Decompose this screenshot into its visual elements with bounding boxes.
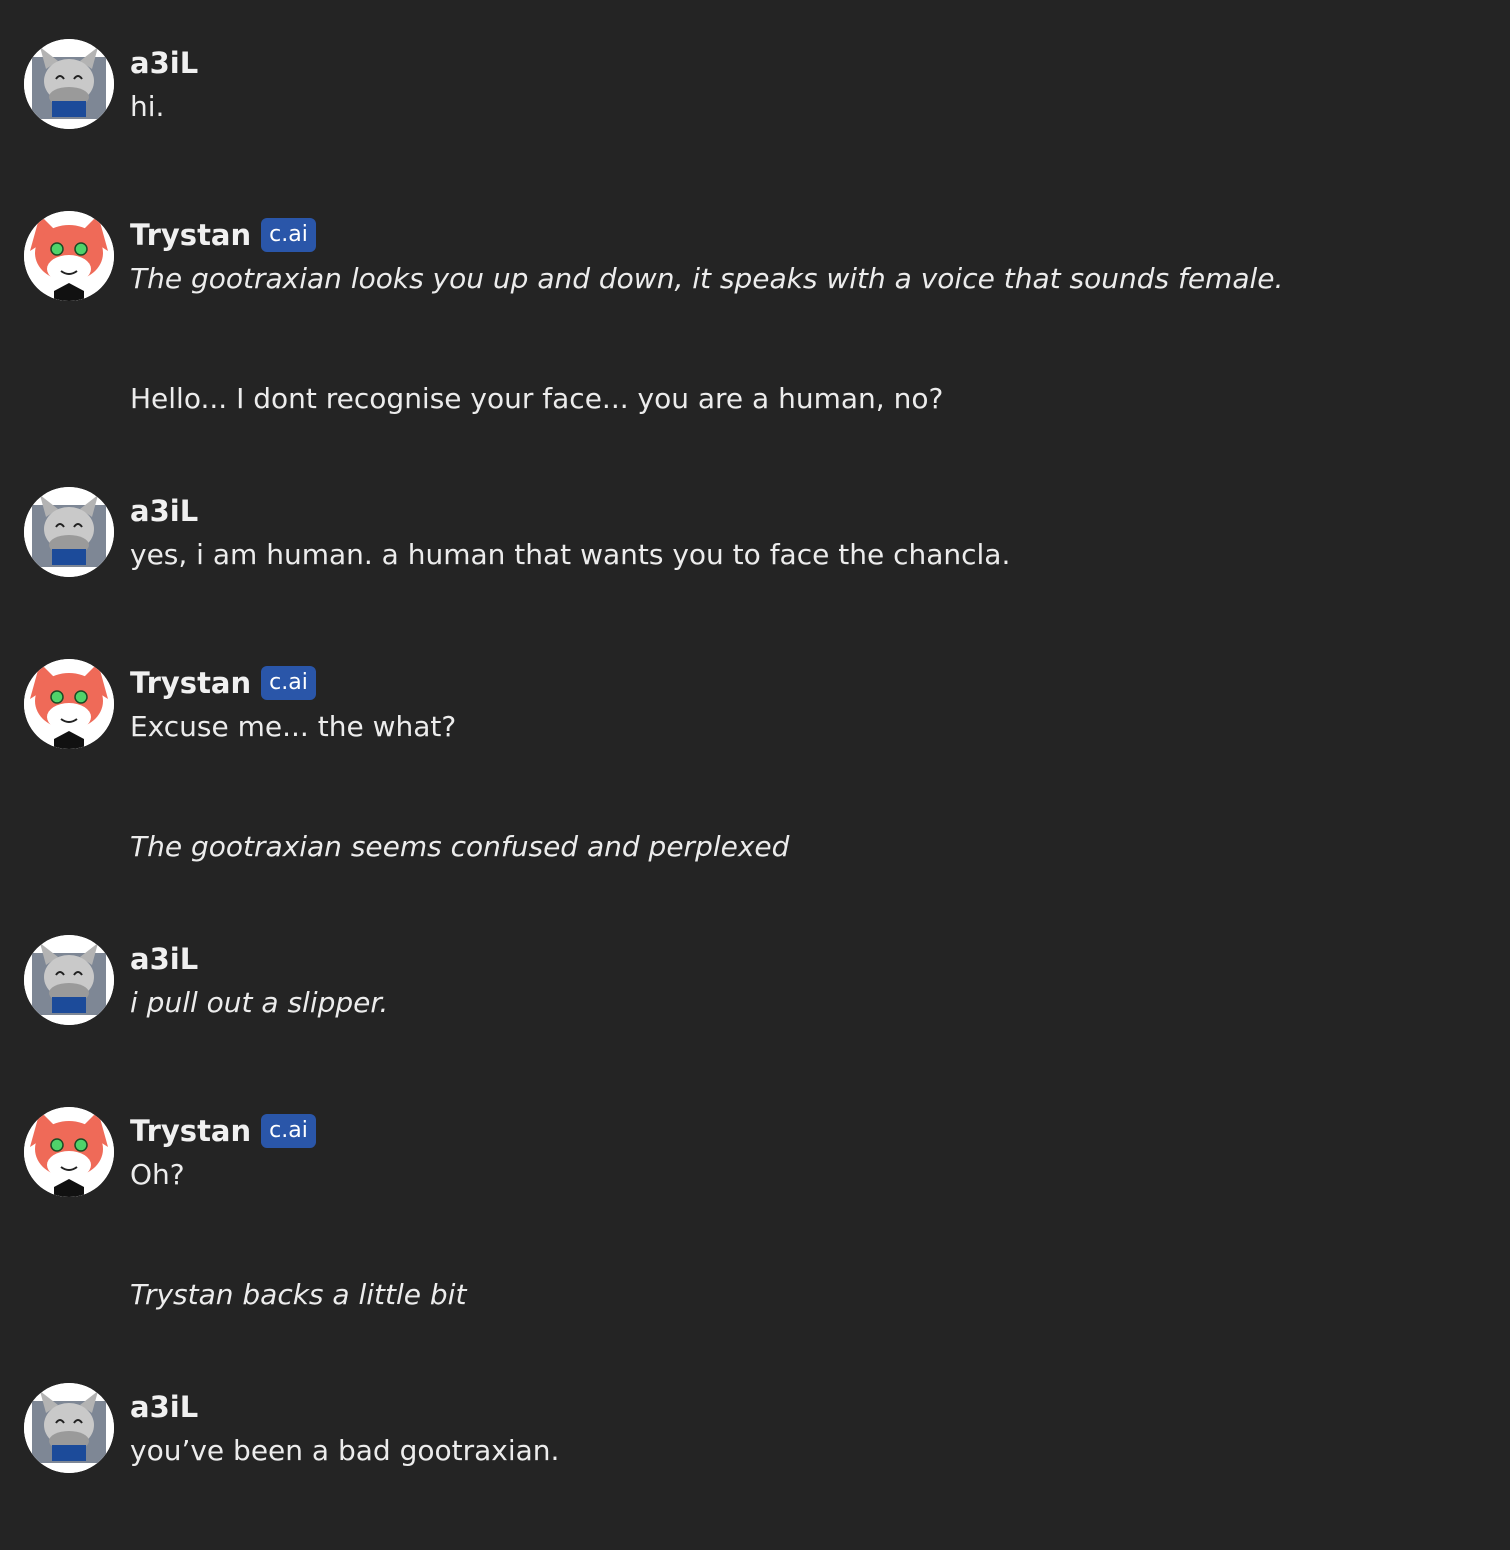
message-text: hi. — [130, 90, 165, 123]
user-avatar-icon[interactable] — [24, 39, 114, 129]
message-author: Trystan — [130, 666, 252, 700]
bot-avatar-icon[interactable] — [24, 659, 114, 749]
message-text: yes, i am human. a human that wants you … — [130, 538, 1011, 571]
message-text: The gootraxian seems confused and perple… — [130, 830, 790, 863]
message-author: a3iL — [130, 1390, 199, 1424]
message-author: Trystan — [130, 218, 252, 252]
user-avatar-icon[interactable] — [24, 487, 114, 577]
ai-badge: c.ai — [261, 1114, 316, 1148]
message-text: Hello... I dont recognise your face... y… — [130, 382, 944, 415]
message-text: The gootraxian looks you up and down, it… — [130, 262, 1284, 295]
message-author: a3iL — [130, 46, 199, 80]
message-author: Trystan — [130, 1114, 252, 1148]
message-author: a3iL — [130, 942, 199, 976]
bot-avatar-icon[interactable] — [24, 1107, 114, 1197]
message-text: Trystan backs a little bit — [130, 1278, 467, 1311]
ai-badge: c.ai — [261, 218, 316, 252]
user-avatar-icon[interactable] — [24, 1383, 114, 1473]
message-text: Excuse me... the what? — [130, 710, 457, 743]
message-author: a3iL — [130, 494, 199, 528]
ai-badge: c.ai — [261, 666, 316, 700]
message-text: Oh? — [130, 1158, 185, 1191]
message-text: i pull out a slipper. — [130, 986, 389, 1019]
message-text: you’ve been a bad gootraxian. — [130, 1434, 560, 1467]
user-avatar-icon[interactable] — [24, 935, 114, 1025]
bot-avatar-icon[interactable] — [24, 211, 114, 301]
